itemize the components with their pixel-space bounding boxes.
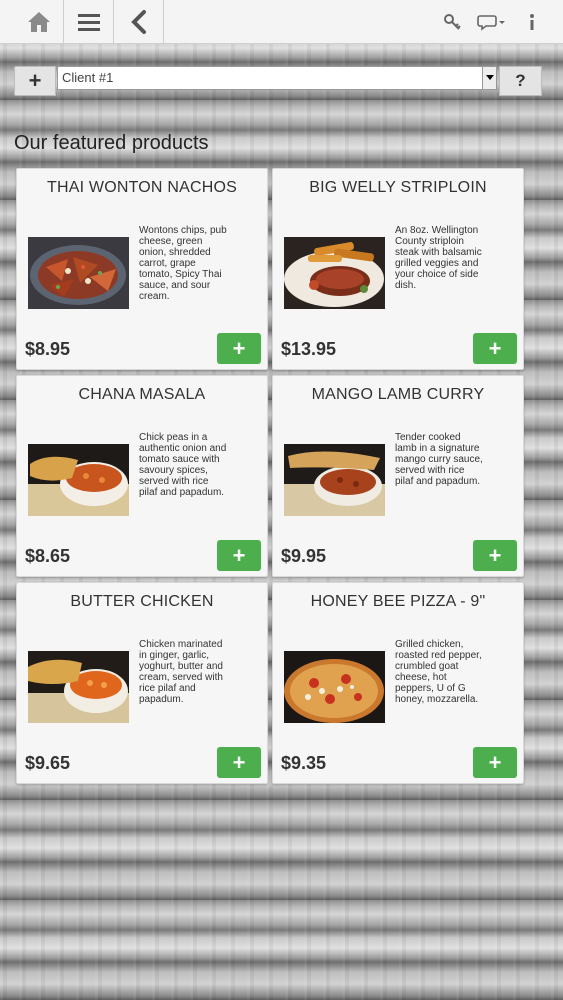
add-to-cart-button[interactable]: + (473, 540, 517, 571)
product-image[interactable] (284, 237, 385, 309)
add-to-cart-button[interactable]: + (217, 333, 261, 364)
product-price: $9.65 (25, 753, 71, 773)
product-price: $8.95 (25, 339, 71, 359)
help-button[interactable]: ? (499, 66, 542, 96)
client-select-value: Client #1 (62, 70, 114, 85)
product-price: $9.95 (281, 546, 327, 566)
product-card: CHANA MASALA Chick peas in a authentic o… (16, 375, 268, 577)
product-name: HONEY BEE PIZZA - 9" (310, 593, 486, 610)
add-to-cart-button[interactable]: + (217, 747, 261, 778)
product-description: Chick peas in a authentic onion and toma… (139, 432, 227, 498)
product-name: BIG WELLY STRIPLOIN (309, 179, 487, 196)
chat-button[interactable] (472, 0, 510, 44)
product-image[interactable] (28, 651, 129, 723)
info-button[interactable] (520, 0, 544, 44)
product-name: MANGO LAMB CURRY (311, 386, 485, 403)
chevron-left-icon (130, 10, 146, 34)
product-card: THAI WONTON NACHOS Wontons chips, pub ch… (16, 168, 268, 370)
product-name: CHANA MASALA (78, 386, 206, 403)
product-image[interactable] (284, 651, 385, 723)
back-button[interactable] (114, 0, 164, 44)
product-description: Grilled chicken, roasted red pepper, cru… (395, 639, 482, 705)
product-image[interactable] (284, 444, 385, 516)
hamburger-icon (77, 14, 100, 31)
dropdown-arrow-icon[interactable] (482, 67, 496, 89)
key-button[interactable] (438, 0, 466, 44)
add-to-cart-button[interactable]: + (473, 747, 517, 778)
menu-button[interactable] (64, 0, 114, 44)
section-title: Our featured products (14, 132, 209, 154)
client-select[interactable]: Client #1 (57, 66, 497, 90)
product-price: $13.95 (281, 339, 337, 359)
info-icon (530, 14, 534, 30)
product-card: MANGO LAMB CURRY Tender cooked lamb in a… (272, 375, 524, 577)
key-icon (444, 14, 461, 30)
product-card: BIG WELLY STRIPLOIN An 8oz. Wellington C… (272, 168, 524, 370)
add-client-button[interactable]: + (14, 66, 56, 96)
product-description: Wontons chips, pub cheese, green onion, … (139, 225, 227, 302)
product-price: $8.65 (25, 546, 71, 566)
product-card: BUTTER CHICKEN Chicken marinated in ging… (16, 582, 268, 784)
add-to-cart-button[interactable]: + (473, 333, 517, 364)
product-price: $9.35 (281, 753, 327, 773)
product-description: Tender cooked lamb in a signature mango … (395, 432, 483, 487)
home-icon (27, 12, 50, 32)
product-image[interactable] (28, 237, 129, 309)
product-description: Chicken marinated in ginger, garlic, yog… (139, 639, 223, 705)
chat-icon (477, 15, 505, 31)
product-name: THAI WONTON NACHOS (47, 179, 237, 196)
product-image[interactable] (28, 444, 129, 516)
client-selector-bar: + Client #1 ? (14, 64, 542, 96)
product-name: BUTTER CHICKEN (70, 593, 214, 610)
product-description: An 8oz. Wellington County striploin stea… (395, 225, 482, 291)
top-toolbar (0, 0, 563, 44)
home-button[interactable] (14, 0, 64, 44)
product-card: HONEY BEE PIZZA - 9" Grilled chicken, ro… (272, 582, 524, 784)
add-to-cart-button[interactable]: + (217, 540, 261, 571)
